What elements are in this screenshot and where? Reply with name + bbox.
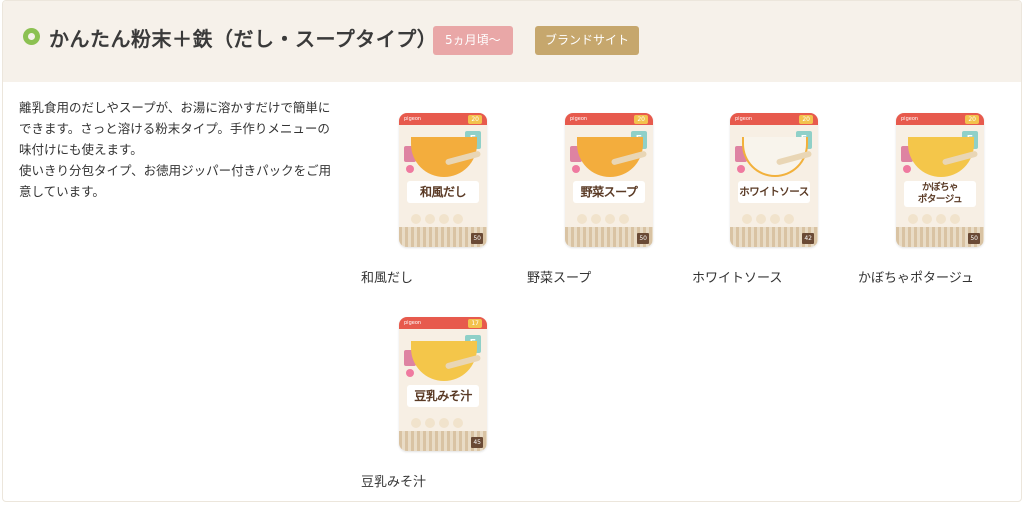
iron-icon <box>572 165 580 173</box>
description-paragraph-2: 使いきり分包タイプ、お徳用ジッパー付きパックをご用意しています。 <box>19 163 332 199</box>
product-item-yasai-soup[interactable]: pigeon 20 5 野菜スープ 50 野菜スープ <box>527 113 677 288</box>
circle-bullet-icon <box>23 28 40 45</box>
page-title: かんたん粉末＋鉄（だし・スープタイプ） <box>49 27 438 51</box>
iron-icon <box>406 369 414 377</box>
count-tag: 20 <box>799 115 813 124</box>
iron-icon <box>903 165 911 173</box>
brand-logo: pigeon <box>901 116 919 122</box>
product-item-tonyu-misoshiru[interactable]: pigeon 17 5 豆乳みそ汁 45 豆乳みそ汁 <box>361 317 511 492</box>
package-label: 和風だし <box>407 181 479 203</box>
product-item-wafu-dashi[interactable]: pigeon 20 5 和風だし 50 和風だし <box>361 113 511 288</box>
brand-logo: pigeon <box>404 116 422 122</box>
grams-tag: 50 <box>968 233 980 244</box>
card-header: かんたん粉末＋鉄（だし・スープタイプ） 5ヵ月頃〜 ブランドサイト <box>3 1 1021 82</box>
grams-tag: 45 <box>471 437 483 448</box>
iron-icon <box>737 165 745 173</box>
grams-tag: 50 <box>471 233 483 244</box>
grams-tag: 42 <box>802 233 814 244</box>
product-name[interactable]: 和風だし <box>361 267 413 286</box>
count-tag: 17 <box>468 319 482 328</box>
product-name[interactable]: かぼちゃポタージュ <box>858 267 974 286</box>
brand-logo: pigeon <box>404 320 422 326</box>
brand-site-button[interactable]: ブランドサイト <box>535 26 640 55</box>
product-name[interactable]: 野菜スープ <box>527 267 591 286</box>
package-label: かぼちゃ ポタージュ <box>904 181 976 207</box>
product-package-image[interactable]: pigeon 20 5 ホワイトソース 42 <box>730 113 818 247</box>
count-tag: 20 <box>468 115 482 124</box>
product-card: かんたん粉末＋鉄（だし・スープタイプ） 5ヵ月頃〜 ブランドサイト 離乳食用のだ… <box>2 0 1022 502</box>
product-name[interactable]: ホワイトソース <box>692 267 782 286</box>
product-description: 離乳食用のだしやスープが、お湯に溶かすだけで簡単にできます。さっと溶ける粉末タイ… <box>19 97 339 202</box>
age-badge: 5ヵ月頃〜 <box>433 26 513 55</box>
count-tag: 20 <box>965 115 979 124</box>
product-package-image[interactable]: pigeon 20 5 かぼちゃ ポタージュ 50 <box>896 113 984 247</box>
description-paragraph-1: 離乳食用のだしやスープが、お湯に溶かすだけで簡単にできます。さっと溶ける粉末タイ… <box>19 100 331 157</box>
product-package-image[interactable]: pigeon 20 5 野菜スープ 50 <box>565 113 653 247</box>
count-tag: 20 <box>634 115 648 124</box>
product-item-kabocha-potage[interactable]: pigeon 20 5 かぼちゃ ポタージュ 50 かぼちゃポタージュ <box>858 113 1008 288</box>
product-package-image[interactable]: pigeon 17 5 豆乳みそ汁 45 <box>399 317 487 451</box>
brand-logo: pigeon <box>735 116 753 122</box>
product-package-image[interactable]: pigeon 20 5 和風だし 50 <box>399 113 487 247</box>
package-label: 豆乳みそ汁 <box>407 385 479 407</box>
iron-icon <box>406 165 414 173</box>
package-label: 野菜スープ <box>573 181 645 203</box>
brand-logo: pigeon <box>570 116 588 122</box>
product-name[interactable]: 豆乳みそ汁 <box>361 471 426 490</box>
package-label: ホワイトソース <box>738 181 810 203</box>
grams-tag: 50 <box>637 233 649 244</box>
product-item-white-sauce[interactable]: pigeon 20 5 ホワイトソース 42 ホワイトソース <box>692 113 842 288</box>
